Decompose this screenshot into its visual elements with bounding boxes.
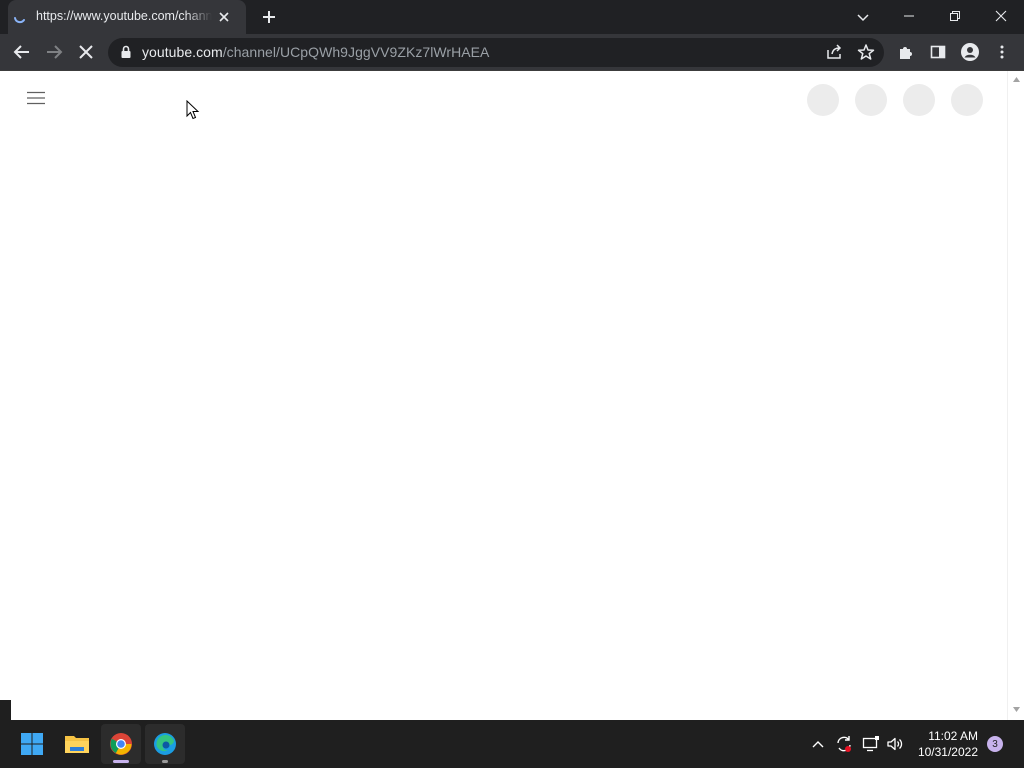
clock-date[interactable]: 10/31/2022 <box>908 745 978 759</box>
notification-badge[interactable]: 3 <box>987 736 1003 752</box>
running-app-indicator <box>162 760 168 763</box>
side-panel-icon[interactable] <box>926 40 950 64</box>
forward-icon[interactable] <box>42 40 66 64</box>
edge-taskbar-icon[interactable] <box>145 724 185 764</box>
chrome-taskbar-icon[interactable] <box>101 724 141 764</box>
tab-search-icon[interactable] <box>852 6 874 28</box>
skeleton-placeholder <box>807 84 839 116</box>
back-icon[interactable] <box>10 40 34 64</box>
url-domain: youtube.com <box>142 44 223 60</box>
tab-title: https://www.youtube.com/channel/UCpQWh9J… <box>36 9 212 23</box>
url-text[interactable]: youtube.com/channel/UCpQWh9JggVV9ZKz7lWr… <box>142 44 489 62</box>
sync-icon[interactable] <box>834 734 854 754</box>
bookmark-star-icon[interactable] <box>854 40 878 64</box>
clock-time[interactable]: 11:02 AM <box>908 729 978 743</box>
volume-icon[interactable] <box>885 734 905 754</box>
close-tab-icon[interactable] <box>216 9 232 25</box>
network-icon[interactable] <box>861 734 881 754</box>
page-viewport <box>0 71 1007 720</box>
status-bubble <box>0 700 11 720</box>
loading-spinner-icon <box>12 9 28 25</box>
avatar-placeholder <box>951 84 983 116</box>
lock-icon[interactable] <box>118 44 134 60</box>
skeleton-placeholder <box>855 84 887 116</box>
close-window-icon[interactable] <box>978 0 1024 32</box>
share-icon[interactable] <box>822 40 846 64</box>
file-explorer-icon[interactable] <box>57 724 97 764</box>
menu-icon[interactable] <box>24 86 48 110</box>
skeleton-placeholder <box>903 84 935 116</box>
chevron-up-icon[interactable] <box>810 736 826 752</box>
mouse-cursor-icon <box>186 100 200 120</box>
profile-icon[interactable] <box>958 40 982 64</box>
stop-loading-icon[interactable] <box>74 40 98 64</box>
restore-icon[interactable] <box>932 0 978 32</box>
url-path: /channel/UCpQWh9JggVV9ZKz7lWrHAEA <box>222 44 490 60</box>
more-menu-icon[interactable] <box>990 40 1014 64</box>
active-app-indicator <box>113 760 129 763</box>
scrollbar[interactable] <box>1007 71 1024 720</box>
minimize-icon[interactable] <box>886 0 932 32</box>
start-icon[interactable] <box>12 724 52 764</box>
new-tab-icon[interactable] <box>258 6 280 28</box>
extensions-icon[interactable] <box>894 40 918 64</box>
